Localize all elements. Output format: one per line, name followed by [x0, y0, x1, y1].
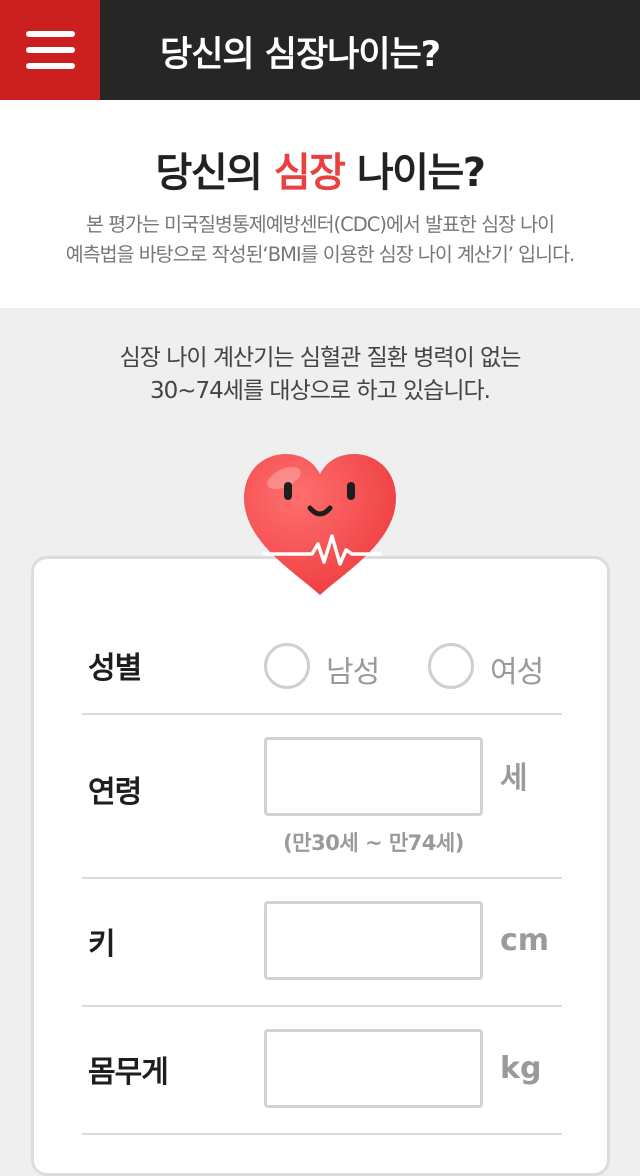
- gender-row: 성별 남성 여성: [82, 619, 562, 715]
- female-radio[interactable]: 여성: [428, 643, 578, 691]
- heading-highlight: 심장: [273, 150, 346, 196]
- height-unit: cm: [500, 923, 550, 958]
- weight-row: 몸무게 kg: [82, 1007, 562, 1135]
- smiling-heart-icon: [240, 450, 400, 600]
- intro-description-line2: 예측법을 바탕으로 작성된‘BMI를 이용한 심장 나이 계산기’ 입니다.: [65, 243, 575, 266]
- male-option-label: 남성: [326, 655, 380, 690]
- notice-line1: 심장 나이 계산기는 심혈관 질환 병력이 없는: [119, 345, 522, 371]
- age-row: 연령 세 (만30세 ~ 만74세): [82, 715, 562, 879]
- intro-section: 당신의 심장 나이는? 본 평가는 미국질병통제예방센터(CDC)에서 발표한 …: [0, 100, 640, 308]
- menu-button[interactable]: [0, 0, 100, 100]
- height-input[interactable]: [264, 901, 483, 980]
- top-app-bar: 당신의 심장나이는?: [0, 0, 640, 100]
- age-range-hint: (만30세 ~ 만74세): [283, 831, 464, 855]
- weight-unit: kg: [500, 1051, 542, 1086]
- male-radio[interactable]: 남성: [264, 643, 414, 691]
- notice-line2: 30~74세를 대상으로 하고 있습니다.: [150, 378, 491, 404]
- age-unit: 세: [500, 761, 528, 796]
- app-title: 당신의 심장나이는?: [160, 35, 441, 75]
- page-heading: 당신의 심장 나이는?: [0, 140, 640, 198]
- weight-label: 몸무게: [88, 1055, 169, 1090]
- intro-description: 본 평가는 미국질병통제예방센터(CDC)에서 발표한 심장 나이 예측법을 바…: [20, 210, 620, 270]
- weight-input[interactable]: [264, 1029, 483, 1108]
- intro-description-line1: 본 평가는 미국질병통제예방센터(CDC)에서 발표한 심장 나이: [85, 213, 555, 236]
- gender-label: 성별: [88, 651, 142, 686]
- radio-circle-icon: [428, 643, 474, 689]
- female-option-label: 여성: [490, 655, 544, 690]
- age-label: 연령: [88, 775, 142, 810]
- heart-age-form: 성별 남성 여성 연령 세 (만30세 ~ 만74세) 키 cm 몸무게 kg: [31, 556, 610, 1176]
- heading-suffix: 나이는?: [344, 150, 486, 196]
- radio-circle-icon: [264, 643, 310, 689]
- heading-prefix: 당신의: [155, 150, 274, 196]
- height-row: 키 cm: [82, 879, 562, 1007]
- eligibility-notice: 심장 나이 계산기는 심혈관 질환 병력이 없는 30~74세를 대상으로 하고…: [0, 342, 640, 408]
- height-label: 키: [88, 927, 116, 962]
- age-input[interactable]: [264, 737, 483, 816]
